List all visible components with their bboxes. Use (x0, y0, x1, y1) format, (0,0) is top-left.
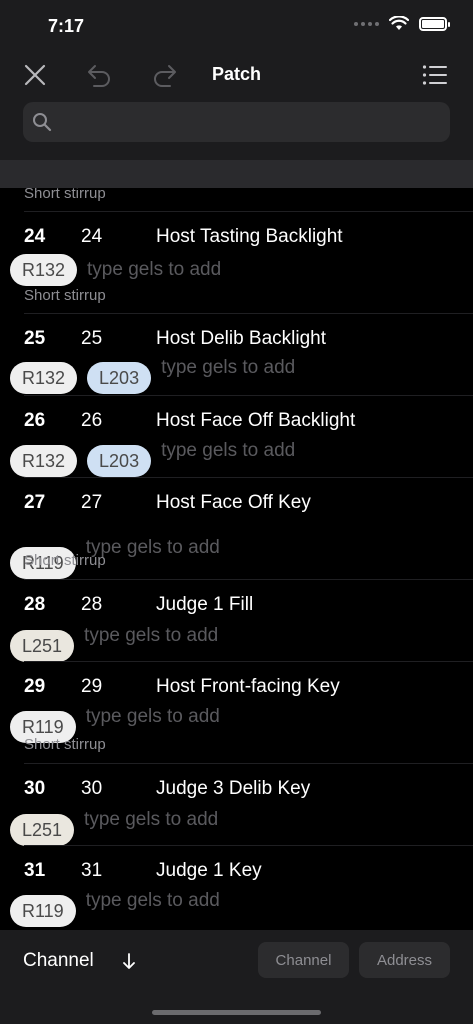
battery-icon (419, 16, 450, 31)
patch-row-27[interactable]: 27 27 Host Face Off Key R119 type gels t… (0, 477, 473, 579)
gel-input-placeholder[interactable]: type gels to add (86, 706, 220, 728)
fixture-name: Judge 3 Delib Key (156, 778, 311, 799)
gel-input-placeholder[interactable]: type gels to add (161, 440, 295, 462)
page-title: Patch (211, 64, 262, 84)
gel-input-placeholder[interactable]: type gels to add (84, 625, 218, 647)
gel-chip[interactable]: R132 (10, 445, 78, 477)
gel-input-placeholder[interactable]: type gels to add (84, 809, 218, 831)
patch-row-26[interactable]: 26 26 Host Face Off Backlight R132 L203 … (0, 395, 473, 477)
channel-number: 27 (24, 492, 46, 513)
row-note: Short stirrup (24, 287, 106, 304)
channel-number: 24 (24, 226, 46, 247)
gel-input-placeholder[interactable]: type gels to add (161, 357, 295, 379)
status-time: 7:17 (48, 16, 85, 36)
home-indicator (152, 1010, 321, 1015)
gel-chip[interactable]: L251 (10, 630, 75, 662)
gel-chip[interactable]: R132 (10, 362, 78, 394)
row-note: Short stirrup (24, 552, 106, 569)
gel-list: R119 type gels to add (10, 890, 220, 927)
fixture-name: Host Face Off Backlight (156, 410, 356, 431)
fixture-name: Host Delib Backlight (156, 328, 327, 349)
gel-chip[interactable]: L203 (87, 445, 152, 477)
row-separator (24, 211, 473, 212)
row-separator (24, 477, 473, 478)
address-number: 27 (81, 492, 103, 513)
row-separator (24, 763, 473, 764)
channel-number: 28 (24, 594, 46, 615)
address-number: 24 (81, 226, 103, 247)
address-number: 30 (81, 778, 103, 799)
channel-number: 26 (24, 410, 46, 431)
row-separator (24, 313, 473, 314)
list-icon (422, 65, 447, 85)
fixture-name: Judge 1 Key (156, 860, 262, 881)
row-separator (24, 395, 473, 396)
gel-chip[interactable]: R132 (10, 254, 78, 286)
address-number: 28 (81, 594, 103, 615)
address-number: 26 (81, 410, 103, 431)
gel-chip[interactable]: R119 (10, 895, 76, 927)
fixture-name: Host Front-facing Key (156, 676, 340, 697)
gel-chip[interactable]: L203 (87, 362, 152, 394)
top-bar: 7:17 Patch (0, 0, 473, 160)
gel-input-placeholder[interactable]: type gels to add (86, 890, 220, 912)
gel-list: R132 type gels to add (10, 254, 221, 286)
gel-list: R132 L203 type gels to add (10, 440, 295, 477)
nav-bar: Patch (0, 56, 473, 96)
row-separator (24, 579, 473, 580)
channel-number: 25 (24, 328, 46, 349)
row-separator (24, 661, 473, 662)
patch-row-25[interactable]: Short stirrup 25 25 Host Delib Backlight… (0, 284, 473, 394)
gel-input-placeholder[interactable]: type gels to add (87, 259, 221, 281)
sort-field-button[interactable]: Channel (23, 950, 94, 972)
status-icons (354, 16, 450, 31)
channel-number: 30 (24, 778, 46, 799)
row-note: Short stirrup (24, 736, 106, 753)
search-input[interactable] (52, 102, 450, 142)
address-number: 25 (81, 328, 103, 349)
gel-list: R132 L203 type gels to add (10, 357, 295, 394)
seg-channel-button[interactable]: Channel (258, 942, 349, 978)
patch-row-30[interactable]: Short stirrup 30 30 Judge 3 Delib Key L2… (0, 734, 473, 846)
search-icon (32, 112, 52, 132)
fixture-name: Host Tasting Backlight (156, 226, 343, 247)
patch-row-29[interactable]: 29 29 Host Front-facing Key R119 type ge… (0, 661, 473, 743)
address-number: 31 (81, 860, 103, 881)
fixture-name: Judge 1 Fill (156, 594, 254, 615)
list-menu-button[interactable] (420, 60, 450, 90)
patch-row-28[interactable]: Short stirrup 28 28 Judge 1 Fill L251 ty… (0, 550, 473, 662)
cellular-icon (354, 21, 379, 26)
patch-list: Short stirrup 24 24 Host Tasting Backlig… (0, 188, 473, 930)
channel-number: 29 (24, 676, 46, 697)
wifi-icon (389, 16, 409, 30)
bottom-toolbar: Channel Channel Address (0, 930, 473, 1024)
row-separator (24, 845, 473, 846)
gel-list: L251 type gels to add (10, 809, 218, 846)
seg-address-button[interactable]: Address (359, 942, 450, 978)
address-number: 29 (81, 676, 103, 697)
row-note: Short stirrup (24, 188, 106, 202)
fixture-name: Host Face Off Key (156, 492, 311, 513)
arrow-down-icon[interactable] (120, 950, 138, 972)
patch-row-31[interactable]: 31 31 Judge 1 Key R119 type gels to add (0, 845, 473, 927)
gel-list: L251 type gels to add (10, 625, 218, 662)
gel-chip[interactable]: L251 (10, 814, 75, 846)
channel-number: 31 (24, 860, 46, 881)
section-header (0, 160, 473, 188)
patch-row-24[interactable]: Short stirrup 24 24 Host Tasting Backlig… (0, 188, 473, 290)
search-bar[interactable] (23, 102, 450, 142)
